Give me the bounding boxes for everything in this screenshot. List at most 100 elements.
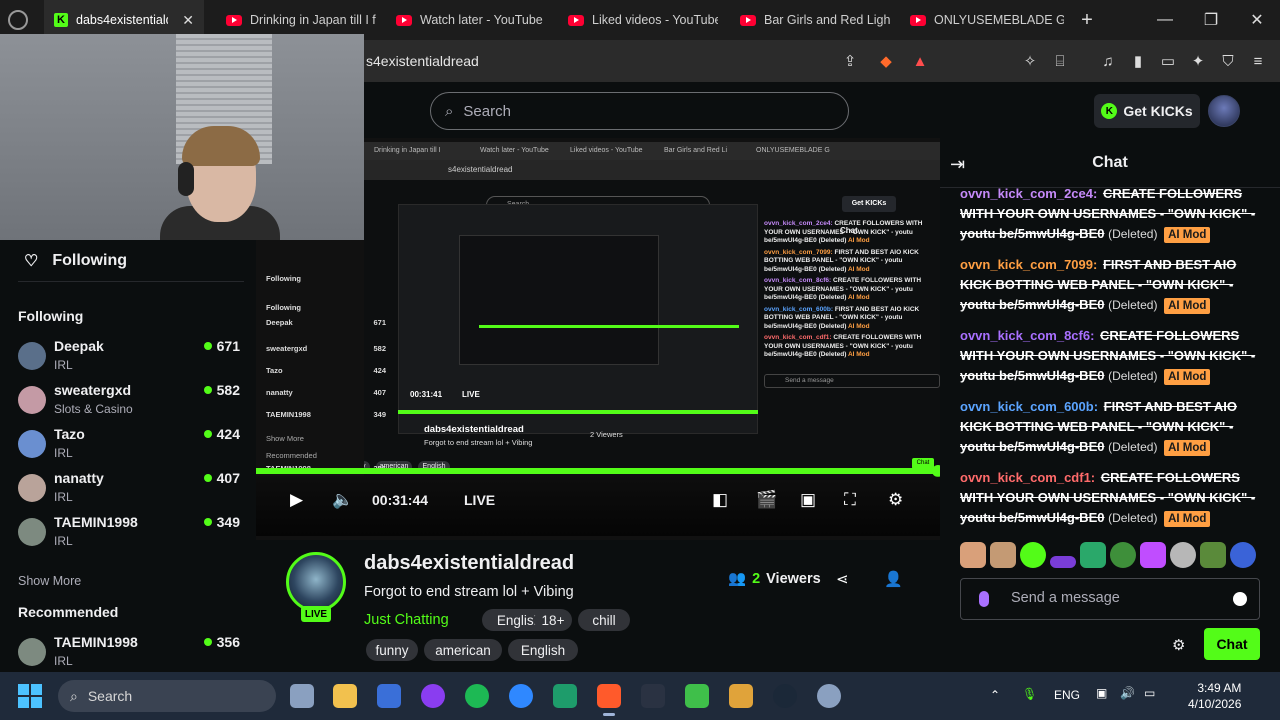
taskbar-search[interactable]: ⌕ Search	[58, 680, 276, 712]
tab-youtube-liked[interactable]: Liked videos - YouTube	[558, 0, 718, 40]
share-icon[interactable]: ⇪	[838, 49, 862, 73]
sidebar-channel-taemin1998[interactable]: TAEMIN1998 IRL 349	[18, 514, 240, 554]
following-button[interactable]: ♡ Following	[18, 240, 244, 282]
emote-icon[interactable]	[1230, 542, 1256, 568]
miniplayer-icon[interactable]: ▣	[800, 490, 816, 510]
app-icon[interactable]	[509, 684, 533, 708]
tab-youtube-onlyuseme[interactable]: ONLYUSEMEBLADE GE	[900, 0, 1064, 40]
app-icon[interactable]	[421, 684, 445, 708]
media-icon[interactable]: ♫	[1096, 49, 1120, 73]
sidebar-recommended-taemin1998[interactable]: TAEMIN1998 IRL 356	[18, 634, 240, 674]
stream-category[interactable]: Just Chatting	[364, 612, 449, 628]
following-button-label: Following	[52, 251, 127, 269]
emote-icon[interactable]	[1020, 542, 1046, 568]
wallet-icon[interactable]: ▭	[1156, 49, 1180, 73]
steam-icon[interactable]	[773, 684, 797, 708]
language-indicator[interactable]: ENG	[1054, 688, 1080, 702]
collapse-chat-icon[interactable]: ⇥	[950, 154, 965, 175]
avatar	[18, 342, 46, 370]
leo-ai-icon[interactable]: ✦	[1186, 49, 1210, 73]
emote-icon[interactable]	[1080, 542, 1106, 568]
close-icon[interactable]: ✕	[182, 12, 194, 29]
app-icon[interactable]	[729, 684, 753, 708]
streamer-avatar[interactable]	[286, 552, 346, 612]
emote-icon[interactable]	[990, 542, 1016, 568]
vpn-icon[interactable]: ⛉	[1216, 49, 1240, 73]
sidebar-channel-deepak[interactable]: Deepak IRL 671	[18, 338, 240, 378]
show-more-link[interactable]: Show More	[18, 574, 81, 588]
sidebar-channel-sweatergxd[interactable]: sweatergxd Slots & Casino 582	[18, 382, 240, 422]
play-icon[interactable]: ▶	[290, 490, 303, 510]
emote-icon[interactable]	[1110, 542, 1136, 568]
chat-send-button[interactable]: Chat	[1204, 628, 1260, 660]
lock-app-icon[interactable]	[685, 684, 709, 708]
app-icon[interactable]	[641, 684, 665, 708]
tag-chill[interactable]: chill	[578, 609, 630, 631]
brave-shields-icon[interactable]: ◆	[874, 49, 898, 73]
nested-kick-page: Search Get KICKs Chat ovvn_kick_com_2ce4…	[364, 180, 940, 476]
browser-profile-icon[interactable]	[8, 10, 28, 30]
live-dot-icon	[203, 430, 212, 438]
sidebar-icon[interactable]: ▮	[1126, 49, 1150, 73]
app-icon[interactable]	[817, 684, 841, 708]
tag-english-2[interactable]: English	[508, 639, 578, 661]
emote-icon[interactable]	[1170, 542, 1196, 568]
tag-funny[interactable]: funny	[366, 639, 418, 661]
chat-username[interactable]: ovvn_kick_com_7099:	[960, 257, 1097, 272]
chat-username[interactable]: ovvn_kick_com_8cf6:	[960, 328, 1094, 343]
chat-username[interactable]: ovvn_kick_com_cdf1:	[960, 470, 1095, 485]
sidebar-channel-nanatty[interactable]: nanatty IRL 407	[18, 470, 240, 510]
screenshot-icon[interactable]: ⌸	[1048, 49, 1072, 73]
file-explorer-icon[interactable]	[333, 684, 357, 708]
streamer-name[interactable]: dabs4existentialdread	[364, 552, 574, 575]
network-icon[interactable]: ▣	[1096, 686, 1107, 700]
microphone-icon[interactable]	[979, 591, 989, 607]
emote-icon[interactable]	[1050, 556, 1076, 568]
volume-icon[interactable]: 🔈	[332, 490, 353, 510]
user-avatar[interactable]	[1208, 95, 1240, 127]
emote-icon[interactable]	[1140, 542, 1166, 568]
task-view-icon[interactable]	[290, 684, 314, 708]
emote-icon[interactable]	[1200, 542, 1226, 568]
chat-message-input[interactable]: Send a message	[960, 578, 1260, 620]
search-input[interactable]: ⌕ Search	[430, 92, 849, 130]
chat-username[interactable]: ovvn_kick_com_2ce4:	[960, 186, 1097, 201]
minimize-button[interactable]: —	[1142, 0, 1188, 40]
fullscreen-icon[interactable]: ⛶	[844, 490, 856, 510]
window-close-button[interactable]: ✕	[1234, 0, 1280, 40]
powershell-icon[interactable]	[377, 684, 401, 708]
battery-icon[interactable]: ▭	[1144, 686, 1155, 700]
chevron-up-icon[interactable]: ⌃	[990, 688, 1000, 702]
tag-18plus[interactable]: 18+	[534, 609, 572, 631]
menu-icon[interactable]: ≡	[1246, 49, 1270, 73]
brave-icon[interactable]	[597, 684, 621, 716]
start-button[interactable]	[18, 684, 42, 708]
spotify-icon[interactable]	[465, 684, 489, 708]
new-tab-button[interactable]: +	[1064, 0, 1110, 40]
extensions-icon[interactable]: ✧	[1018, 49, 1042, 73]
emote-icon[interactable]	[960, 542, 986, 568]
tab-youtube-bar-girls[interactable]: Bar Girls and Red Light	[730, 0, 890, 40]
video-progress-bar[interactable]	[256, 465, 944, 477]
share-icon[interactable]: ⋖	[836, 570, 849, 588]
emoji-icon[interactable]	[1233, 592, 1247, 606]
chat-username[interactable]: ovvn_kick_com_600b:	[960, 399, 1098, 414]
settings-icon[interactable]: ⚙	[888, 490, 903, 510]
theater-mode-icon[interactable]: ◧	[712, 490, 728, 510]
live-indicator[interactable]: LIVE	[464, 492, 495, 508]
chat-settings-icon[interactable]: ⚙	[1172, 636, 1185, 654]
video-player[interactable]: Drinking in Japan till I Watch later - Y…	[0, 34, 944, 540]
restore-button[interactable]: ❐	[1188, 0, 1234, 40]
taskbar-clock[interactable]: 3:49 AM 4/10/2026	[1188, 680, 1241, 712]
sidebar-channel-tazo[interactable]: Tazo IRL 424	[18, 426, 240, 466]
tag-american[interactable]: american	[424, 639, 502, 661]
volume-icon[interactable]: 🔊	[1120, 686, 1135, 700]
tab-youtube-watch-later[interactable]: Watch later - YouTube	[386, 0, 546, 40]
follow-user-icon[interactable]: 👤	[884, 570, 903, 588]
clip-icon[interactable]: 🎬	[756, 490, 777, 510]
get-kicks-button[interactable]: K Get KICKs	[1094, 94, 1200, 128]
url-field[interactable]: s4existentialdread	[366, 40, 479, 82]
microphone-icon[interactable]: 🎙	[1022, 687, 1037, 701]
brave-rewards-icon[interactable]: ▲	[908, 49, 932, 73]
pycharm-icon[interactable]	[553, 684, 577, 708]
